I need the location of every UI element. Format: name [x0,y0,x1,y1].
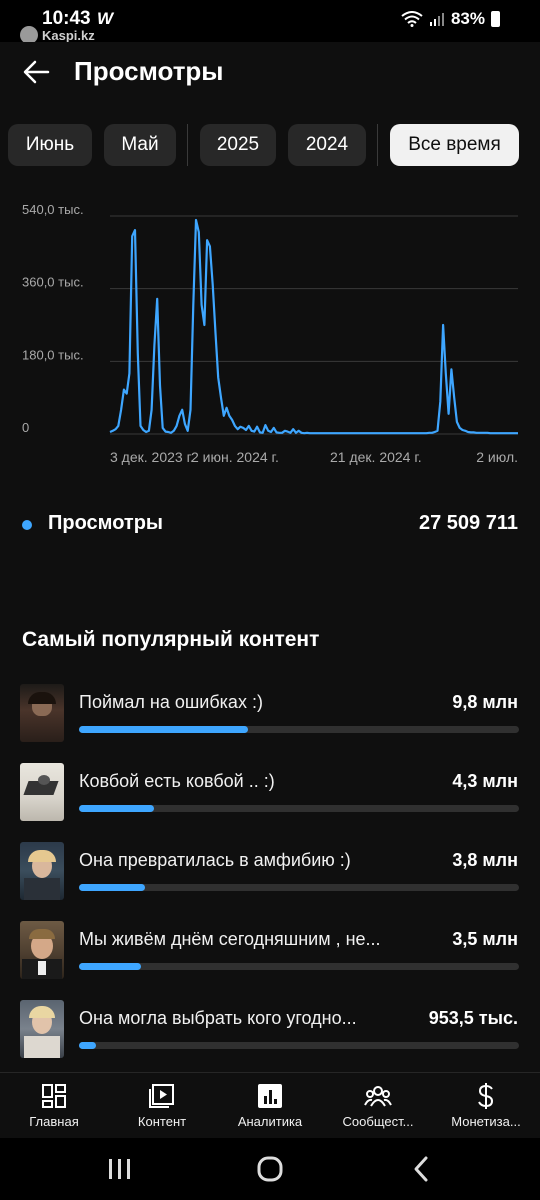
video-thumbnail [20,921,64,979]
content-item[interactable]: Мы живём днём сегодняшним , не... 3,5 мл… [20,921,520,985]
legend-name: Просмотры [48,512,164,534]
nav-community[interactable]: Сообщест... [324,1073,432,1139]
analytics-content: Просмотры 27 509 711 Самый популярный ко… [0,480,540,1072]
legend-dot [22,520,32,530]
views-bar-fill [79,1042,96,1049]
status-w-icon: W [97,9,114,28]
x-tick-label: 3 дек. 2023 г. [110,449,194,465]
chip-2024[interactable]: 2024 [288,124,366,166]
views-legend: Просмотры 27 509 711 [22,510,518,540]
video-thumbnail [20,1000,64,1058]
content-title: Поймал на ошибках :) [79,692,263,712]
nav-content[interactable]: Контент [108,1073,216,1139]
video-thumbnail [20,842,64,900]
content-views: 4,3 млн [452,771,518,791]
content-views: 3,5 млн [452,929,518,949]
bottom-nav: Главная Контент Аналитика Сообщест... Мо… [0,1072,540,1138]
y-tick-label: 0 [22,420,29,435]
system-nav-bar [0,1138,540,1200]
views-chart: 540,0 тыс. 360,0 тыс. 180,0 тыс. 0 3 дек. 2… [22,202,518,465]
views-bar-fill [79,963,141,970]
content-item[interactable]: Она превратилась в амфибию :) 3,8 млн [20,842,520,906]
chip-2025[interactable]: 2025 [200,124,276,166]
chip-divider [187,124,188,166]
content-item[interactable]: Ковбой есть ковбой .. :) 4,3 млн [20,763,520,827]
content-title: Мы живём днём сегодняшним , не... [79,929,381,949]
chip-june[interactable]: Июнь [8,124,92,166]
legend-total: 27 509 711 [419,512,518,534]
nav-label: Монетиза... [451,1114,521,1129]
content-title: Она превратилась в амфибию :) [79,850,351,870]
views-bar-track [79,963,519,970]
x-tick-label: 2 июн. 2024 г. [191,449,279,465]
views-bar-track [79,1042,519,1049]
views-bar-fill [79,726,249,733]
signal-icon [429,13,444,26]
x-tick-label: 21 дек. 2024 г. [330,449,422,465]
wifi-icon [401,11,423,27]
views-chart-area: 540,0 тыс. 360,0 тыс. 180,0 тыс. 0 3 дек. 2… [0,184,540,480]
y-tick-label: 360,0 тыс. [22,275,84,290]
status-right: 83% [401,9,500,29]
analytics-icon [258,1084,282,1108]
views-bar-track [79,805,519,812]
app-header: Просмотры [0,42,540,106]
content-title: Ковбой есть ковбой .. :) [79,771,275,791]
nav-label: Главная [29,1114,79,1129]
nav-label: Контент [137,1114,187,1129]
chip-may[interactable]: Май [104,124,176,166]
y-tick-label: 540,0 тыс. [22,202,84,217]
content-views: 9,8 млн [452,692,518,712]
video-thumbnail [20,763,64,821]
community-icon [364,1086,392,1107]
views-bar-fill [79,884,145,891]
nav-label: Аналитика [237,1114,303,1129]
content-icon [149,1084,174,1108]
nav-label: Сообщест... [342,1114,414,1129]
battery-icon [491,11,500,27]
nav-analytics[interactable]: Аналитика [216,1073,324,1139]
status-bar: 10:43 W Kaspi.kz 83% [0,0,540,44]
home-icon[interactable] [250,1152,290,1186]
content-views: 953,5 тыс. [428,1008,518,1028]
brand-text: Kaspi.kz [42,27,95,43]
video-thumbnail [20,684,64,742]
chip-divider [377,124,378,166]
content-item[interactable]: Она могла выбрать кого угодно... 953,5 т… [20,1000,520,1064]
page-title: Просмотры [74,56,224,86]
back-arrow-icon[interactable] [18,56,54,88]
views-series-line [109,218,518,435]
chip-all-time[interactable]: Все время [390,124,519,166]
back-nav-icon[interactable] [402,1152,442,1186]
dashboard-icon [42,1084,66,1108]
x-tick-label: 2 июл. [476,449,518,465]
nav-dashboard[interactable]: Главная [0,1073,108,1139]
period-filters: Июнь Май 2025 2024 Все время [0,106,540,184]
views-bar-track [79,726,519,733]
battery-text: 83% [450,9,485,28]
y-tick-label: 180,0 тыс. [22,347,84,362]
dollar-icon [478,1083,494,1109]
content-item[interactable]: Поймал на ошибках :) 9,8 млн [20,684,520,748]
content-title: Она могла выбрать кого угодно... [79,1008,357,1028]
views-bar-track [79,884,519,891]
recent-apps-icon[interactable] [100,1152,140,1186]
content-views: 3,8 млн [452,850,518,870]
popular-content-title: Самый популярный контент [22,628,320,651]
views-bar-fill [79,805,154,812]
nav-monetization[interactable]: Монетиза... [432,1073,540,1139]
